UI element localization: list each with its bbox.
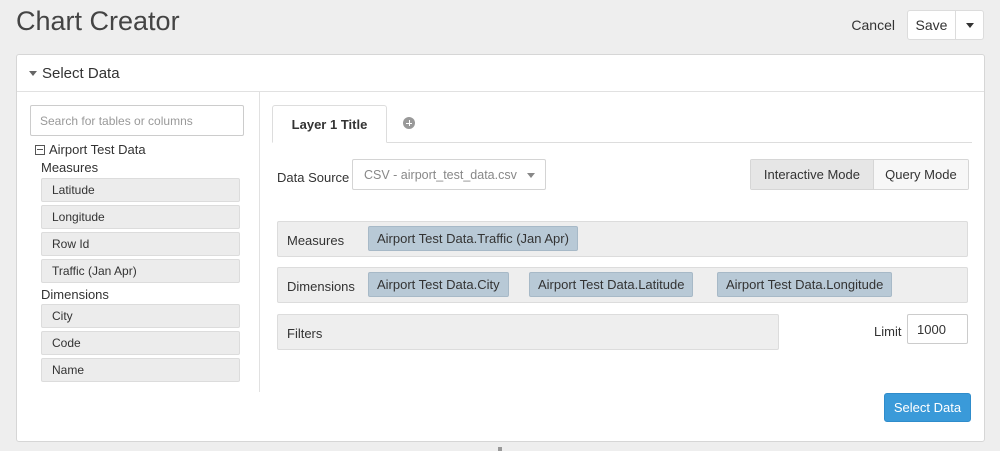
- cancel-button[interactable]: Cancel: [851, 17, 895, 33]
- select-data-panel: Select Data Airport Test Data Measures L…: [16, 54, 985, 442]
- table-name: Airport Test Data: [49, 142, 146, 157]
- measures-row-label: Measures: [287, 233, 345, 248]
- field-pill-city[interactable]: City: [41, 304, 240, 328]
- field-pill-row-id[interactable]: Row Id: [41, 232, 240, 256]
- table-tree-node[interactable]: Airport Test Data: [35, 142, 146, 157]
- dimension-chip[interactable]: Airport Test Data.City: [368, 272, 509, 297]
- select-data-button[interactable]: Select Data: [884, 393, 971, 422]
- query-mode-button[interactable]: Query Mode: [873, 160, 968, 189]
- panel-header[interactable]: Select Data: [17, 55, 984, 92]
- measures-group-label: Measures: [41, 160, 99, 175]
- limit-label: Limit: [874, 324, 902, 339]
- collapse-caret-icon: [29, 70, 37, 76]
- caret-down-icon: [527, 173, 535, 178]
- field-pill-latitude[interactable]: Latitude: [41, 178, 240, 202]
- resize-handle[interactable]: [498, 447, 502, 451]
- panel-header-label: Select Data: [42, 64, 120, 82]
- dimensions-group-label: Dimensions: [41, 287, 109, 302]
- interactive-mode-button[interactable]: Interactive Mode: [751, 160, 874, 189]
- dimension-chip[interactable]: Airport Test Data.Longitude: [717, 272, 893, 297]
- filters-row-label: Filters: [287, 326, 323, 341]
- field-pill-traffic[interactable]: Traffic (Jan Apr): [41, 259, 240, 283]
- field-pill-longitude[interactable]: Longitude: [41, 205, 240, 229]
- save-button-group: Save: [907, 10, 984, 40]
- field-pill-name[interactable]: Name: [41, 358, 240, 382]
- search-input[interactable]: [30, 105, 244, 136]
- caret-down-icon: [965, 22, 974, 28]
- mode-toggle: Interactive Mode Query Mode: [750, 159, 969, 190]
- save-options-button[interactable]: [956, 10, 984, 40]
- plus-circle-icon[interactable]: [403, 117, 415, 129]
- field-pill-code[interactable]: Code: [41, 331, 240, 355]
- dimension-chip[interactable]: Airport Test Data.Latitude: [529, 272, 694, 297]
- measure-chip[interactable]: Airport Test Data.Traffic (Jan Apr): [368, 226, 578, 251]
- tab-layer-1[interactable]: Layer 1 Title: [272, 105, 387, 143]
- data-source-value: CSV - airport_test_data.csv: [364, 167, 517, 182]
- field-sidebar: Airport Test Data Measures Latitude Long…: [17, 92, 260, 392]
- data-source-label: Data Source: [277, 170, 350, 185]
- layer-tabs: Layer 1 Title: [272, 105, 972, 143]
- layer-editor: Layer 1 Title Data Source CSV - airport_…: [272, 92, 984, 432]
- data-source-select[interactable]: CSV - airport_test_data.csv: [352, 159, 546, 190]
- dimensions-drop-zone[interactable]: Dimensions Airport Test Data.City Airpor…: [277, 267, 968, 303]
- top-actions: Cancel Save: [851, 10, 984, 40]
- filters-drop-zone[interactable]: Filters: [277, 314, 779, 350]
- dimensions-row-label: Dimensions: [287, 279, 355, 294]
- measures-drop-zone[interactable]: Measures Airport Test Data.Traffic (Jan …: [277, 221, 968, 257]
- app-title: Chart Creator: [16, 6, 180, 36]
- minus-square-icon[interactable]: [35, 144, 45, 155]
- limit-input[interactable]: [907, 314, 968, 344]
- save-button[interactable]: Save: [907, 10, 956, 40]
